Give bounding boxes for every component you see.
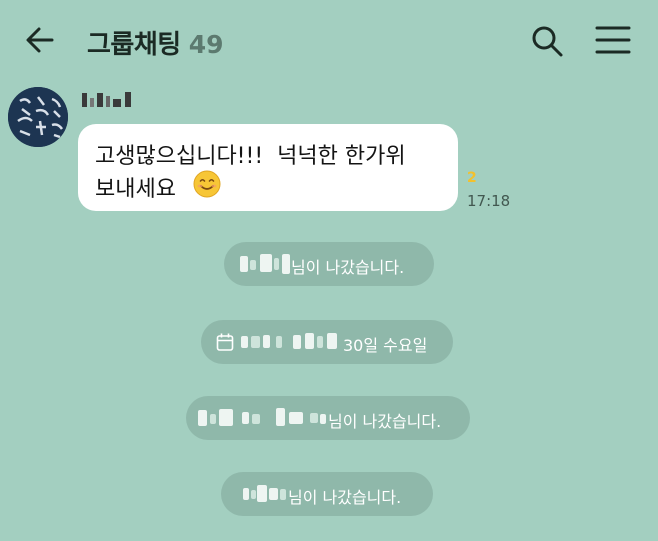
message-bubble[interactable]: 고생많으십니다!!! 넉넉한 한가위 보내세요 [78,124,458,211]
search-button[interactable] [528,22,568,60]
system-notice-left: 님이 나갔습니다. [224,242,434,286]
search-icon [532,26,563,57]
chat-title-area: 그룹채팅 49 [87,24,223,61]
notice-text: 님이 나갔습니다. [288,488,402,507]
calendar-icon [216,333,234,351]
sender-avatar[interactable] [8,87,68,147]
message-text-line-2: 보내세요 [95,177,176,202]
hamburger-menu-icon [595,26,631,54]
menu-button[interactable] [592,22,634,58]
system-notice-wide: 님이 나갔습니다. [186,396,470,440]
sender-name-redacted [80,90,136,110]
chat-header: 그룹채팅 49 [0,0,658,80]
avatar-calligraphy-image [8,87,68,147]
message-time: 17:18 [467,192,511,210]
back-button[interactable] [22,22,62,58]
system-notice-center: 님이 나갔습니다. [221,472,433,516]
unread-count: 2 [467,170,477,186]
notice-text: 님이 나갔습니다. [291,258,405,277]
smiling-face-emoji [193,170,221,198]
member-count: 49 [188,30,224,59]
chat-title: 그룹채팅 [87,30,181,60]
date-text: 30일 수요일 [343,336,428,355]
message-text-line-1: 고생많으십니다!!! 넉넉한 한가위 [95,144,406,169]
arrow-left-icon [26,27,54,53]
date-divider: 30일 수요일 [201,320,453,364]
notice-text: 님이 나갔습니다. [328,412,442,431]
